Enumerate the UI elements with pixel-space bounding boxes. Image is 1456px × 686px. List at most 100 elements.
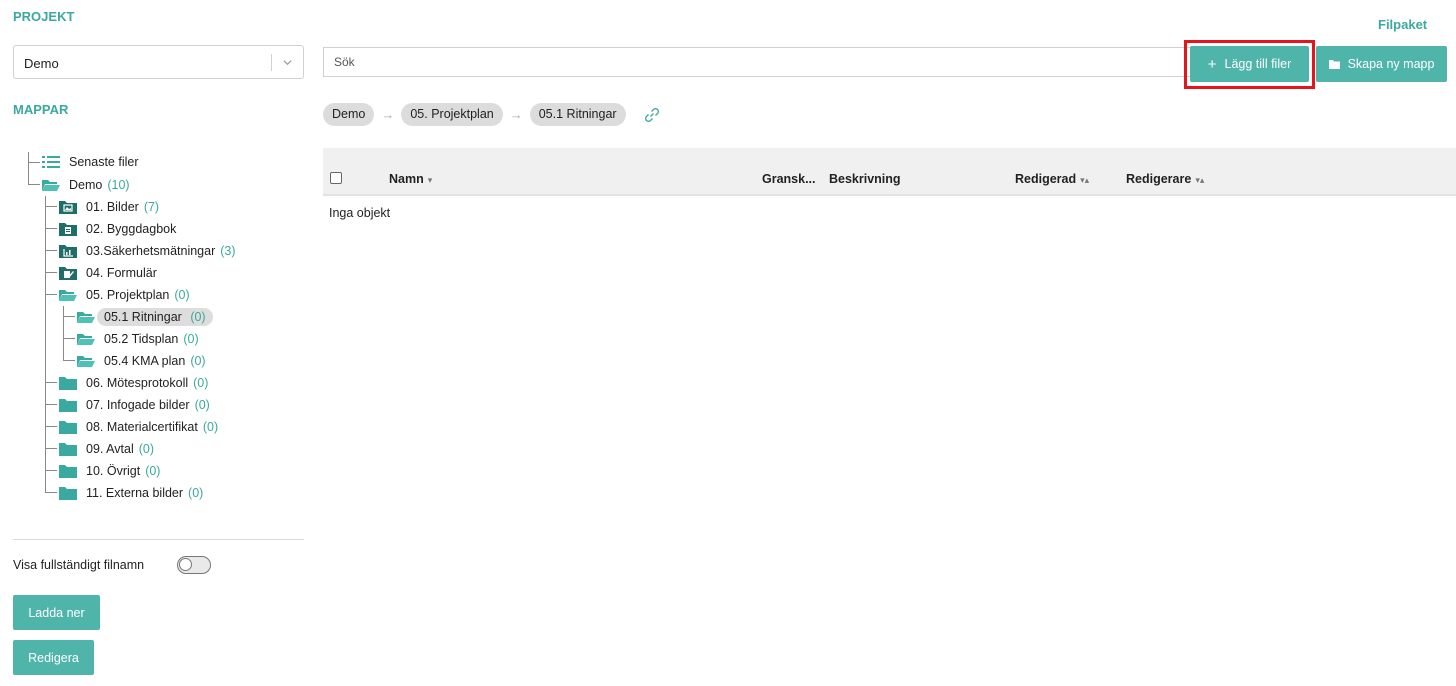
table-header — [323, 148, 1456, 194]
filpaket-link[interactable]: Filpaket — [1378, 17, 1427, 32]
tree-line — [45, 228, 57, 229]
folder-icon — [59, 443, 77, 456]
tree-item-formular[interactable]: 04. Formulär — [59, 264, 162, 282]
tree-item-label: Senaste filer — [69, 155, 139, 169]
folder-open-icon — [42, 180, 60, 191]
tree-item-count: (0) — [193, 376, 209, 390]
select-separator — [271, 54, 272, 71]
diary-folder-icon — [59, 223, 77, 236]
tree-line — [45, 294, 57, 295]
project-select-value: Demo — [24, 56, 59, 71]
tree-item-count: (10) — [107, 178, 130, 192]
tree-item-motesprotokoll[interactable]: 06. Mötesprotokoll (0) — [59, 374, 208, 392]
plus-icon: + — [1207, 55, 1217, 73]
tree-item-count: (0) — [188, 486, 204, 500]
sort-icon: ▾▴ — [1195, 175, 1205, 185]
tree-line — [28, 184, 40, 185]
tree-item-sakerhetsmatningar[interactable]: 03.Säkerhetsmätningar (3) — [59, 242, 236, 260]
folder-icon — [59, 487, 77, 500]
tree-item-label: 08. Materialcertifikat — [86, 420, 198, 434]
tree-line — [45, 404, 57, 405]
column-name-header[interactable]: Namn ▾ — [389, 172, 432, 186]
tree-item-demo[interactable]: Demo (10) — [42, 176, 130, 194]
full-filename-toggle[interactable] — [177, 556, 211, 574]
tree-item-count: (0) — [145, 464, 161, 478]
tree-item-projektplan[interactable]: 05. Projektplan (0) — [59, 286, 190, 304]
tree-item-label: 06. Mötesprotokoll — [86, 376, 189, 390]
column-label: Redigerare — [1126, 172, 1192, 186]
column-edited-header[interactable]: Redigerad ▾▴ — [1015, 172, 1089, 186]
tree-item-byggdagbok[interactable]: 02. Byggdagbok — [59, 220, 181, 238]
add-files-button[interactable]: + Lägg till filer — [1190, 46, 1309, 82]
tree-item-count: (7) — [143, 200, 160, 214]
column-review-header[interactable]: Gransk... — [762, 172, 816, 186]
tree-item-externa-bilder[interactable]: 11. Externa bilder (0) — [59, 484, 203, 502]
tree-item-ritningar[interactable]: 05.1 Ritningar (0) — [77, 308, 213, 326]
tree-item-label: 05.2 Tidsplan — [104, 332, 179, 346]
folder-icon — [59, 465, 77, 478]
tree-line — [45, 492, 57, 493]
column-label: Beskrivning — [829, 172, 901, 186]
tree-item-kma-plan[interactable]: 05.4 KMA plan (0) — [77, 352, 206, 370]
tree-item-label: 09. Avtal — [86, 442, 134, 456]
tree-item-ovrigt[interactable]: 10. Övrigt (0) — [59, 462, 160, 480]
tree-item-count: (0) — [183, 332, 199, 346]
tree-line — [63, 360, 75, 361]
tree-item-label: 10. Övrigt — [86, 464, 141, 478]
folder-icon — [59, 399, 77, 412]
column-label: Redigerad — [1015, 172, 1077, 186]
tree-item-label: 05.4 KMA plan — [104, 354, 186, 368]
tree-item-label: 02. Byggdagbok — [86, 222, 177, 236]
folder-open-icon — [77, 334, 95, 345]
arrow-right-icon: → — [381, 107, 395, 122]
sort-down-icon: ▾ — [427, 175, 433, 185]
new-folder-label: Skapa ny mapp — [1347, 57, 1435, 71]
tree-item-label: 05. Projektplan — [86, 288, 170, 302]
folder-icon — [1328, 59, 1340, 69]
sidebar-divider — [13, 539, 304, 540]
table-header-border — [323, 194, 1456, 196]
arrow-right-icon: → — [509, 107, 523, 122]
full-filename-label: Visa fullständigt filnamn — [13, 558, 145, 572]
breadcrumb-item[interactable]: 05. Projektplan — [401, 103, 503, 126]
project-select[interactable]: Demo — [13, 45, 304, 79]
toggle-knob — [179, 558, 192, 571]
folder-icon — [59, 377, 77, 390]
column-description-header[interactable]: Beskrivning — [829, 172, 901, 186]
search-input[interactable] — [323, 47, 1191, 77]
tree-item-bilder[interactable]: 01. Bilder (7) — [59, 198, 159, 216]
tree-item-count: (0) — [190, 310, 206, 324]
tree-item-materialcertifikat[interactable]: 08. Materialcertifikat (0) — [59, 418, 218, 436]
tree-item-label: 07. Infogade bilder — [86, 398, 190, 412]
tree-item-count: (0) — [190, 354, 206, 368]
chevron-down-icon[interactable] — [283, 58, 292, 67]
sort-icon: ▾▴ — [1080, 175, 1090, 185]
edit-button[interactable]: Redigera — [13, 640, 94, 675]
tree-item-avtal[interactable]: 09. Avtal (0) — [59, 440, 154, 458]
breadcrumb-item[interactable]: Demo — [323, 103, 375, 126]
new-folder-button[interactable]: Skapa ny mapp — [1316, 46, 1447, 82]
breadcrumb-item[interactable]: 05.1 Ritningar — [529, 103, 626, 126]
tree-item-infogade-bilder[interactable]: 07. Infogade bilder (0) — [59, 396, 210, 414]
tree-line — [63, 306, 64, 360]
download-button[interactable]: Ladda ner — [13, 595, 100, 630]
tree-item-label: 01. Bilder — [86, 200, 139, 214]
add-files-label: Lägg till filer — [1224, 57, 1292, 71]
tree-line — [45, 448, 57, 449]
tree-item-tidsplan[interactable]: 05.2 Tidsplan (0) — [77, 330, 199, 348]
tree-line — [45, 250, 57, 251]
folder-open-icon — [59, 290, 77, 301]
tree-line — [28, 152, 29, 185]
tree-line — [45, 426, 57, 427]
column-label: Namn — [389, 172, 424, 186]
select-all-checkbox[interactable] — [330, 172, 342, 184]
folder-open-icon — [77, 312, 95, 323]
tree-line — [45, 272, 57, 273]
selected-highlight: 05.1 Ritningar (0) — [97, 308, 213, 326]
tree-item-recent[interactable]: Senaste filer — [42, 153, 138, 171]
link-icon[interactable] — [643, 106, 661, 124]
column-editor-header[interactable]: Redigerare ▾▴ — [1126, 172, 1204, 186]
tree-line — [45, 206, 57, 207]
tree-line — [45, 382, 57, 383]
tree-item-label: 11. Externa bilder — [86, 486, 184, 500]
